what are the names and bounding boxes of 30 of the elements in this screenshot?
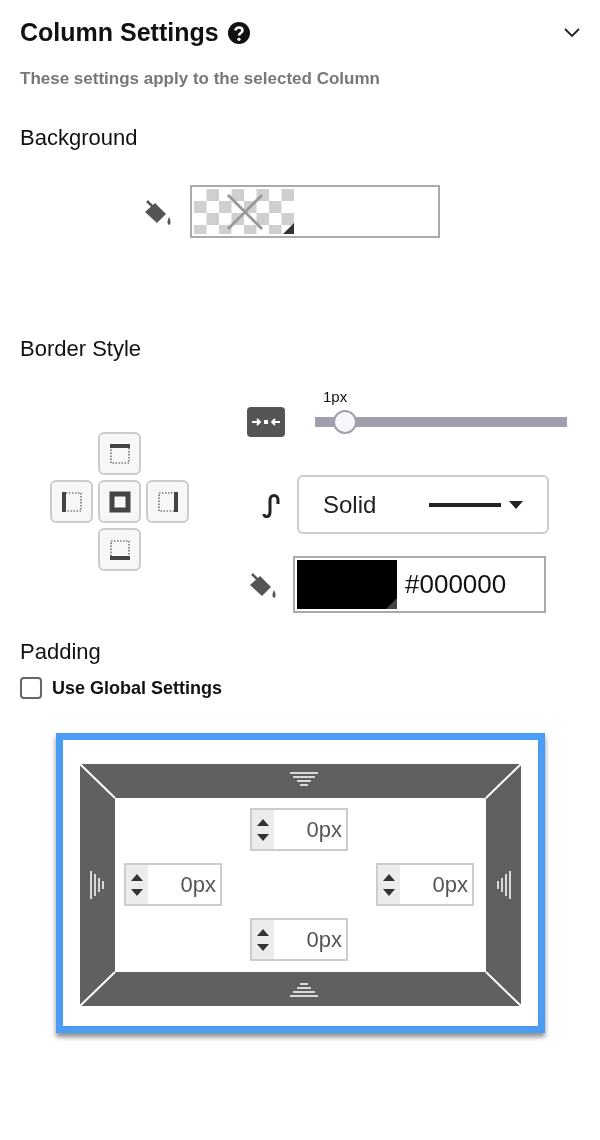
border-side-button[interactable] xyxy=(50,480,93,523)
align-right-icon xyxy=(494,871,511,899)
section-label: Background xyxy=(20,125,139,151)
transparent-swatch-icon xyxy=(194,189,294,234)
number-spinner[interactable]: 0px xyxy=(376,863,474,906)
border-side-button[interactable] xyxy=(98,528,141,571)
panel-subtitle: These settings apply to the selected Column xyxy=(20,69,381,89)
align-left-icon xyxy=(90,871,107,899)
border-side-button[interactable] xyxy=(98,480,141,523)
color-picker-field[interactable] xyxy=(190,185,440,238)
align-bottom-icon xyxy=(290,980,318,997)
curve-icon xyxy=(261,491,281,518)
checkbox[interactable]: Use Global Settings xyxy=(20,677,223,699)
align-top-icon xyxy=(290,772,318,789)
help-icon[interactable] xyxy=(226,20,251,45)
number-spinner[interactable]: 0px xyxy=(124,863,222,906)
color-field[interactable]: #000000 xyxy=(293,556,546,613)
border-width-icon xyxy=(247,407,285,437)
panel-title: Column Settings xyxy=(20,18,219,47)
border-side-button[interactable] xyxy=(98,432,141,475)
section-label: Padding xyxy=(20,639,102,665)
caret-down-icon xyxy=(509,500,523,509)
border-side-button[interactable] xyxy=(146,480,189,523)
chevron-down-icon[interactable] xyxy=(564,27,580,38)
section-label: Border Style xyxy=(20,336,143,362)
number-spinner[interactable]: 0px xyxy=(250,808,348,851)
slider-value: 1px xyxy=(323,388,348,405)
slider-thumb[interactable] xyxy=(333,410,358,434)
border-style-dropdown[interactable]: Solid xyxy=(297,475,549,534)
number-spinner[interactable]: 0px xyxy=(250,918,348,961)
